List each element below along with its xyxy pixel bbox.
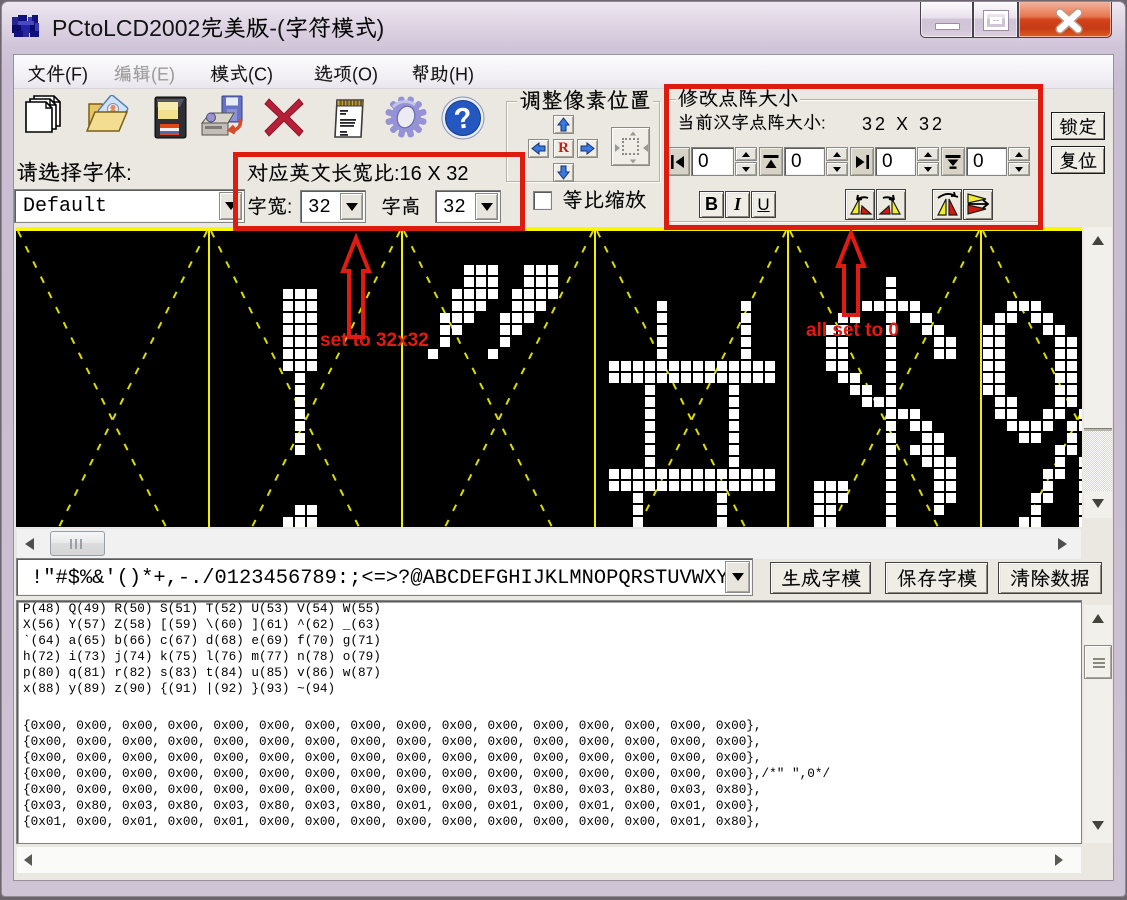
svg-text:all set to 0: all set to 0 (806, 320, 899, 341)
svg-text:set to 32x32: set to 32x32 (320, 330, 429, 351)
